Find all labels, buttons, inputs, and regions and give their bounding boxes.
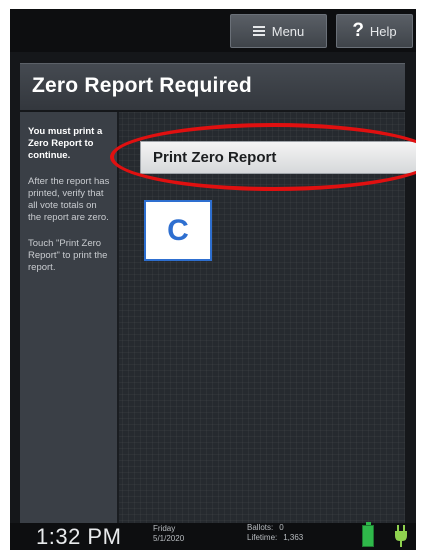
print-zero-report-button[interactable]: Print Zero Report bbox=[140, 141, 416, 174]
help-icon: ? bbox=[352, 20, 364, 41]
print-zero-report-label: Print Zero Report bbox=[153, 149, 277, 166]
top-bar: Menu ? Help bbox=[10, 9, 416, 52]
instructions-panel: You must print a Zero Report to continue… bbox=[20, 112, 119, 527]
instruction-verify: After the report has printed, verify tha… bbox=[28, 176, 110, 223]
clock-time: 1:32 PM bbox=[36, 524, 122, 549]
content-area: You must print a Zero Report to continue… bbox=[20, 112, 416, 527]
ballots-value: 0 bbox=[279, 523, 284, 532]
help-button-label: Help bbox=[369, 23, 397, 39]
date-display: Friday 5/1/2020 bbox=[153, 524, 184, 544]
ballot-counters: Ballots: 0 Lifetime: 1,363 bbox=[247, 523, 303, 543]
day-of-week: Friday bbox=[153, 524, 176, 533]
ballots-label: Ballots: bbox=[247, 523, 274, 532]
page-title: Zero Report Required bbox=[32, 74, 252, 97]
lifetime-label: Lifetime: bbox=[247, 533, 278, 542]
menu-icon bbox=[252, 26, 265, 36]
instruction-bold: You must print a Zero Report to continue… bbox=[28, 126, 103, 161]
power-plug-icon bbox=[395, 525, 407, 547]
ballots-count: Ballots: 0 bbox=[247, 523, 303, 533]
lifetime-value: 1,363 bbox=[283, 533, 304, 542]
date-value: 5/1/2020 bbox=[153, 534, 185, 543]
lifetime-count: Lifetime: 1,363 bbox=[247, 533, 303, 543]
instruction-touch: Touch "Print Zero Report" to print the r… bbox=[28, 238, 108, 273]
title-bar: Zero Report Required bbox=[20, 63, 405, 110]
voting-terminal-screen: Menu ? Help Zero Report Required You mus… bbox=[10, 9, 416, 550]
status-bar: 1:32 PM Friday 5/1/2020 Ballots: 0 Lifeti… bbox=[10, 522, 416, 550]
menu-button[interactable]: Menu bbox=[230, 14, 327, 48]
callout-label: C bbox=[167, 213, 189, 247]
help-button[interactable]: ? Help bbox=[336, 14, 413, 48]
menu-button-label: Menu bbox=[271, 23, 305, 39]
callout-label-box: C bbox=[144, 200, 212, 261]
battery-icon bbox=[362, 522, 374, 547]
